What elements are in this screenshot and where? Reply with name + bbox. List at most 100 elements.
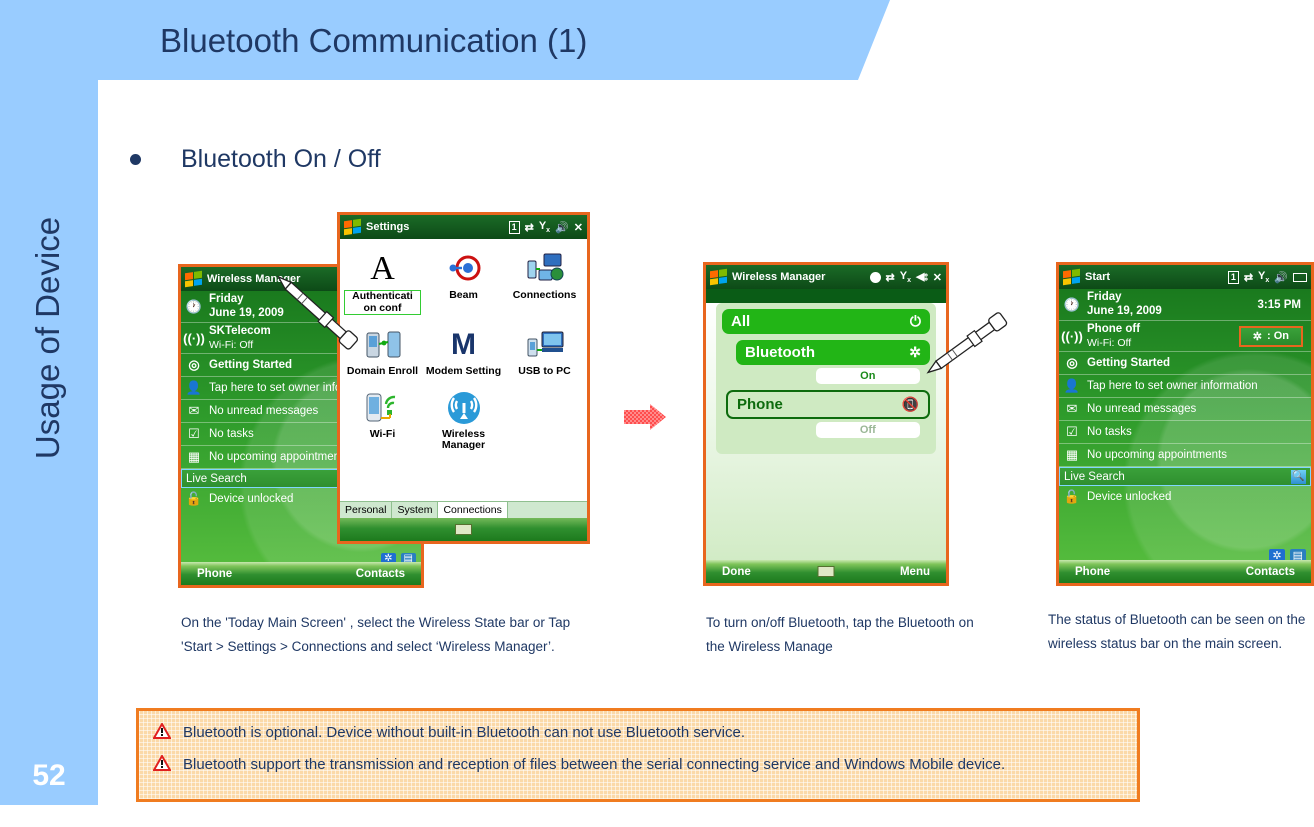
list-item[interactable]: ▦ No upcoming appointments	[1059, 444, 1311, 468]
row-line1: No upcoming appointments	[209, 451, 349, 464]
wm-all-toggle[interactable]: All ⏻	[722, 309, 930, 334]
boxed-1-icon: 1	[1227, 270, 1239, 284]
phone-off-icon: 📵	[901, 396, 919, 412]
settings-item-beam[interactable]: Beam	[423, 245, 504, 321]
status-badge[interactable]: ✲ : On	[1238, 325, 1303, 347]
settings-item-label: USB to PC	[518, 365, 571, 378]
calendar-icon: ▦	[1065, 447, 1079, 463]
search-placeholder: Live Search	[1064, 470, 1125, 483]
settings-item-label: Authenticati on conf	[344, 290, 421, 316]
list-item[interactable]: ✉ No unread messages	[1059, 398, 1311, 422]
softkey-menu[interactable]: Menu	[900, 566, 930, 578]
settings-item-connections[interactable]: Connections	[504, 245, 585, 321]
clock-time: 3:15 PM	[1257, 298, 1301, 311]
settings-item-label: Beam	[449, 289, 478, 301]
settings-item-wifi[interactable]: Wi-Fi	[342, 384, 423, 458]
device3-titlebar: Start 1 ⇄ Yx 🔊	[1059, 265, 1311, 289]
domain-enroll-icon	[364, 324, 402, 366]
signal-off-icon: Yx	[538, 219, 551, 235]
row-line1: Phone off	[1087, 323, 1141, 336]
tab-personal[interactable]: Personal	[340, 502, 393, 518]
list-item[interactable]: 🕐 Friday June 19, 2009 3:15 PM	[1059, 289, 1311, 322]
row-line2: June 19, 2009	[209, 306, 284, 319]
power-icon: ⏻	[909, 313, 921, 329]
row-line2: June 19, 2009	[1087, 304, 1162, 317]
status-badge-label: : On	[1267, 330, 1289, 343]
close-icon[interactable]: ✕	[933, 271, 942, 284]
transition-arrow-icon	[624, 404, 666, 430]
settings-item-label: Wireless Manager	[441, 427, 486, 452]
unlock-icon: 🔓	[185, 491, 203, 507]
wm-phone-state: Off	[815, 422, 920, 438]
close-icon[interactable]: ✕	[574, 221, 583, 234]
row-line1: No tasks	[1087, 426, 1132, 439]
clock-icon: 🕐	[1063, 296, 1081, 312]
letter-m-icon: M	[451, 328, 476, 362]
softkey-phone[interactable]: Phone	[197, 568, 232, 580]
list-item[interactable]: 👤 Tap here to set owner information	[1059, 375, 1311, 399]
bullet-dot-icon	[130, 154, 141, 165]
softkey-contacts[interactable]: Contacts	[1246, 566, 1295, 578]
list-item[interactable]: ((·)) Phone off Wi-Fi: Off ✲ : On	[1059, 321, 1311, 353]
settings-titlebar: Settings 1 ⇄ Yx 🔊 ✕	[340, 215, 587, 239]
beam-icon	[447, 248, 481, 290]
row-line2: Wi-Fi: Off	[1087, 336, 1132, 349]
wm-bluetooth-label: Bluetooth	[745, 344, 815, 361]
connections-icon	[526, 248, 564, 290]
wm-all-label: All	[731, 313, 751, 330]
getting-started-icon: ◎	[188, 357, 200, 373]
warning-text: Bluetooth is optional. Device without bu…	[183, 724, 746, 741]
tab-system[interactable]: System	[392, 502, 439, 518]
search-icon[interactable]: 🔍	[1291, 469, 1306, 484]
row-line1: Getting Started	[209, 359, 293, 372]
sync-icon: ⇄	[524, 221, 534, 234]
settings-item-domain-enroll[interactable]: Domain Enroll	[342, 321, 423, 384]
getting-started-icon: ◎	[1066, 355, 1078, 371]
device-lock-row[interactable]: 🔓 Device unlocked	[1059, 486, 1311, 508]
softkey-done[interactable]: Done	[722, 566, 751, 578]
row-line1: Getting Started	[1087, 357, 1171, 370]
row-line1: Friday	[1087, 291, 1122, 303]
settings-item-usb-to-pc[interactable]: USB to PC	[504, 321, 585, 384]
speaker-icon: ◀⦂	[916, 271, 928, 283]
settings-item-modem-setting[interactable]: M Modem Setting	[423, 321, 504, 384]
device-screenshot-2: Wireless Manager ⇄ Yx ◀⦂ ✕ All ⏻ Bluetoo…	[703, 262, 949, 586]
owner-icon: 👤	[1063, 378, 1081, 394]
row-line1: Tap here to set owner information	[1087, 380, 1258, 393]
device3-today-list: 🕐 Friday June 19, 2009 3:15 PM ((·)) Pho…	[1059, 289, 1311, 566]
page-title: Bluetooth Communication (1)	[160, 22, 588, 59]
settings-item-label: Connections	[512, 289, 577, 301]
owner-icon: 👤	[185, 380, 203, 396]
battery-icon	[1293, 272, 1307, 282]
row-line1: No tasks	[209, 428, 254, 441]
wm-bluetooth-toggle[interactable]: Bluetooth ✲	[736, 340, 930, 365]
row-line1: Friday	[209, 293, 244, 305]
settings-item-authentication[interactable]: A Authenticati on conf	[342, 245, 423, 321]
warning-box: Bluetooth is optional. Device without bu…	[136, 708, 1140, 802]
clock-icon: 🕐	[185, 298, 203, 314]
device1-softkey-bar: Phone Contacts	[181, 562, 421, 585]
settings-tabs: Personal System Connections	[340, 501, 587, 518]
calendar-icon: ▦	[187, 449, 201, 465]
keyboard-icon[interactable]	[455, 524, 472, 535]
windows-flag-icon	[710, 268, 727, 286]
keyboard-icon[interactable]	[817, 566, 835, 577]
settings-item-wireless-manager[interactable]: Wireless Manager	[423, 384, 504, 458]
lock-label: Device unlocked	[1087, 491, 1172, 504]
boxed-1-icon: 1	[508, 220, 520, 234]
list-item[interactable]: ◎ Getting Started	[1059, 352, 1311, 376]
list-item[interactable]: ☑ No tasks	[1059, 421, 1311, 445]
sync-icon: ⇄	[1243, 271, 1254, 284]
softkey-phone[interactable]: Phone	[1075, 566, 1110, 578]
caption-2: To turn on/off Bluetooth, tap the Blueto…	[706, 615, 974, 654]
wireless-icon: ((·))	[183, 330, 205, 346]
settings-item-label: Wi-Fi	[369, 427, 396, 440]
search-input[interactable]: Live Search 🔍	[1059, 467, 1311, 487]
wm-phone-toggle[interactable]: Phone 📵	[726, 390, 930, 419]
softkey-contacts[interactable]: Contacts	[356, 568, 405, 580]
bullet-item: Bluetooth On / Off	[130, 145, 381, 174]
tab-connections[interactable]: Connections	[438, 502, 508, 518]
wm-phone-label: Phone	[737, 396, 783, 413]
volume-icon: 🔊	[1274, 271, 1288, 284]
settings-title-icons: 1 ⇄ Yx 🔊 ✕	[508, 219, 583, 235]
